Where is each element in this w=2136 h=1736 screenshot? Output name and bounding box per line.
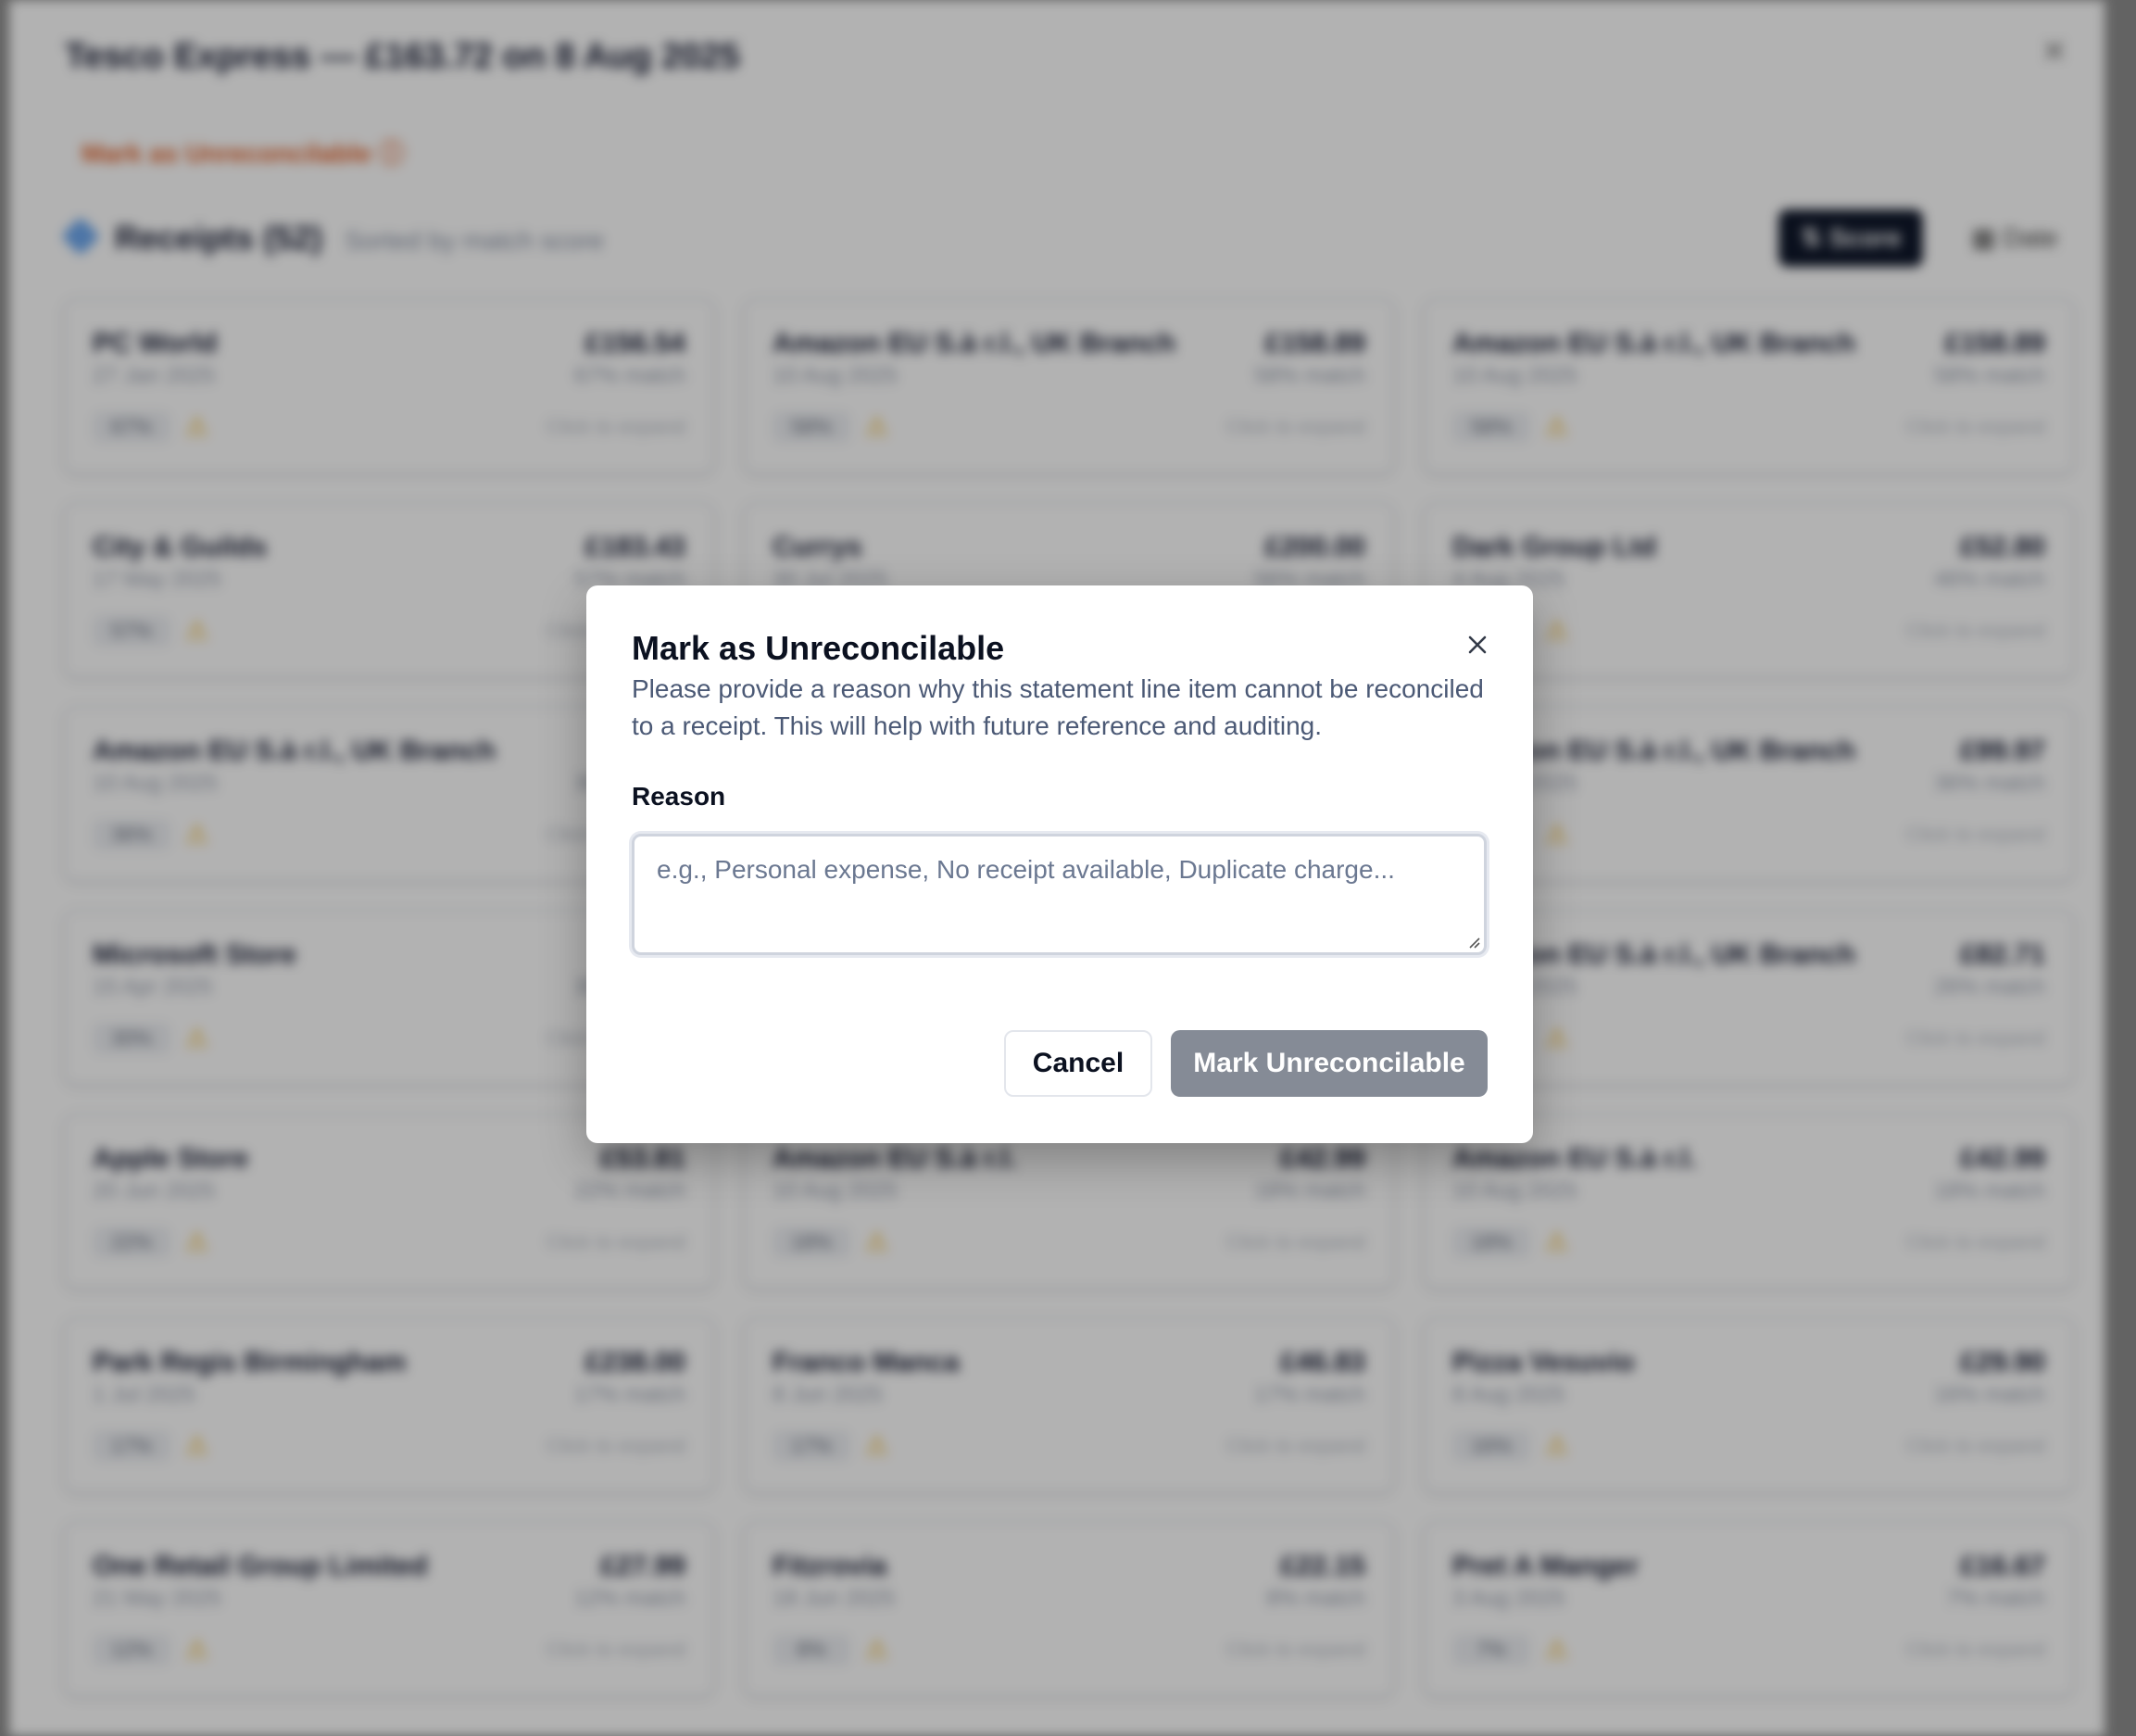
mark-unreconcilable-dialog: Mark as Unreconcilable Please provide a … (586, 585, 1533, 1143)
dialog-actions: Cancel Mark Unreconcilable (1004, 1030, 1488, 1097)
dialog-title: Mark as Unreconcilable (632, 629, 1005, 667)
close-icon (1468, 635, 1487, 654)
reason-label: Reason (632, 782, 726, 811)
dialog-description: Please provide a reason why this stateme… (632, 674, 1484, 740)
cancel-button[interactable]: Cancel (1004, 1030, 1152, 1097)
resize-grip-icon[interactable] (1465, 934, 1480, 949)
reason-field (632, 834, 1487, 955)
dialog-close-button[interactable] (1459, 626, 1496, 663)
mark-unreconcilable-button[interactable]: Mark Unreconcilable (1171, 1030, 1488, 1097)
reason-textarea[interactable] (635, 837, 1484, 952)
